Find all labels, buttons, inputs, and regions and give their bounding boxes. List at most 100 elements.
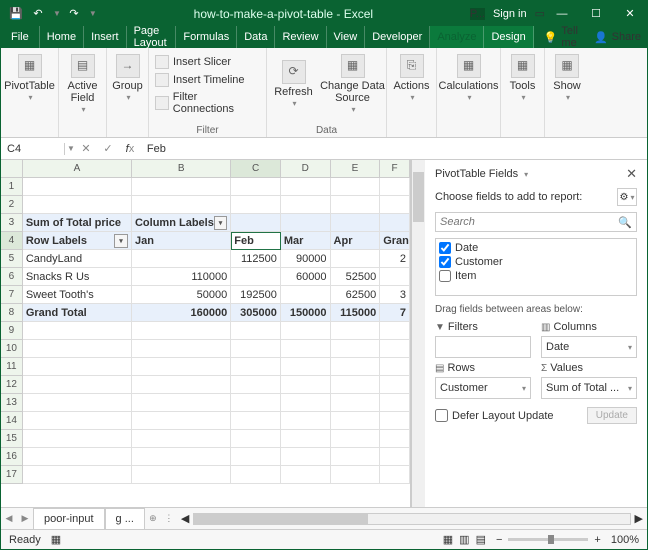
cell[interactable] [281,178,331,196]
cell[interactable] [231,376,281,394]
cell[interactable] [281,286,331,304]
cell[interactable] [132,394,231,412]
pivottable-button[interactable]: ▦PivotTable▾ [4,50,56,103]
row-header[interactable]: 5 [1,250,23,268]
cell[interactable]: Apr [331,232,381,250]
ribbon-options-icon[interactable]: ▭ [535,7,545,20]
cell[interactable] [331,196,381,214]
cell[interactable] [281,196,331,214]
cell[interactable]: 2 [380,250,410,268]
cell[interactable] [331,376,381,394]
col-header-B[interactable]: B [132,160,231,178]
cell[interactable] [281,358,331,376]
cell[interactable] [380,448,410,466]
select-all-corner[interactable] [1,160,23,178]
cell[interactable] [23,358,132,376]
tab-file[interactable]: File [1,26,40,48]
col-header-F[interactable]: F [380,160,410,178]
cell[interactable] [331,394,381,412]
row-header[interactable]: 1 [1,178,23,196]
cell[interactable]: CandyLand [23,250,132,268]
filters-area-box[interactable] [435,336,531,358]
cell[interactable] [281,412,331,430]
sheet-nav-prev[interactable]: ◀ [1,513,17,524]
maximize-button[interactable]: ☐ [579,1,613,26]
row-header[interactable]: 3 [1,214,23,232]
cell[interactable] [281,214,331,232]
zoom-out-icon[interactable]: − [496,534,502,546]
rows-area-box[interactable]: Customer▾ [435,377,531,399]
cell[interactable]: Grand Total [23,304,132,322]
cell[interactable] [231,340,281,358]
cell[interactable] [281,340,331,358]
view-pagebreak-icon[interactable]: ▤ [476,533,486,546]
cell[interactable] [281,448,331,466]
row-header[interactable]: 2 [1,196,23,214]
cell[interactable] [23,466,132,484]
cell[interactable]: 62500 [331,286,381,304]
field-checkbox[interactable] [439,256,451,268]
cell[interactable] [281,466,331,484]
cell[interactable]: 112500 [231,250,281,268]
cell[interactable] [132,376,231,394]
pane-dropdown-icon[interactable]: ▾ [524,170,528,179]
field-list[interactable]: DateCustomerItem [435,238,637,296]
cell[interactable]: 160000 [132,304,231,322]
view-layout-icon[interactable]: ▥ [459,533,469,546]
tab-analyze[interactable]: Analyze [430,26,484,48]
sheet-tab[interactable]: poor-input [33,508,105,529]
cell[interactable] [380,340,410,358]
filter-dropdown-icon[interactable]: ▾ [114,234,128,248]
field-item[interactable]: Date [438,241,634,255]
close-button[interactable]: ✕ [613,1,647,26]
cell[interactable]: 90000 [281,250,331,268]
field-checkbox[interactable] [439,242,451,254]
cell[interactable] [23,430,132,448]
cell[interactable]: Sum of Total price [23,214,132,232]
cell[interactable] [331,250,381,268]
cell[interactable] [281,322,331,340]
cell[interactable] [231,196,281,214]
tell-me-button[interactable]: 💡Tell me [538,26,584,48]
cell[interactable] [132,250,231,268]
tab-data[interactable]: Data [237,26,275,48]
values-area-box[interactable]: Sum of Total ...▾ [541,377,637,399]
cell[interactable]: Row Labels▾ [23,232,132,250]
cell[interactable]: Grand [380,232,410,250]
confirm-formula-icon[interactable]: ✓ [97,142,119,155]
cell[interactable] [132,448,231,466]
cell[interactable] [132,430,231,448]
cell[interactable]: Column Labels▾ [132,214,231,232]
cell[interactable] [23,448,132,466]
cell[interactable] [231,466,281,484]
view-normal-icon[interactable]: ▦ [443,533,453,546]
formula-input[interactable]: Feb [141,143,172,155]
cell[interactable] [380,322,410,340]
sheet-tab[interactable]: g ... [105,508,145,529]
name-box[interactable]: C4 [1,143,65,155]
field-item[interactable]: Customer [438,255,634,269]
change-data-source-button[interactable]: ▦Change Data Source▾ [320,50,386,115]
col-header-A[interactable]: A [23,160,132,178]
zoom-in-icon[interactable]: + [594,534,600,546]
cell[interactable]: Mar [281,232,331,250]
cell[interactable]: 305000 [231,304,281,322]
cell[interactable] [331,340,381,358]
row-header[interactable]: 10 [1,340,23,358]
cell[interactable]: 7 [380,304,410,322]
cell[interactable] [281,430,331,448]
columns-area-box[interactable]: Date▾ [541,336,637,358]
cell[interactable] [23,412,132,430]
actions-button[interactable]: ⎘Actions▾ [386,50,438,103]
tab-view[interactable]: View [327,26,366,48]
cell[interactable] [331,178,381,196]
row-header[interactable]: 15 [1,430,23,448]
row-header[interactable]: 11 [1,358,23,376]
cell[interactable] [231,214,281,232]
cell[interactable] [231,448,281,466]
cell[interactable] [231,430,281,448]
cell[interactable] [132,196,231,214]
col-header-D[interactable]: D [281,160,331,178]
fx-icon[interactable]: fx [119,143,141,155]
save-icon[interactable]: 💾 [7,5,25,23]
